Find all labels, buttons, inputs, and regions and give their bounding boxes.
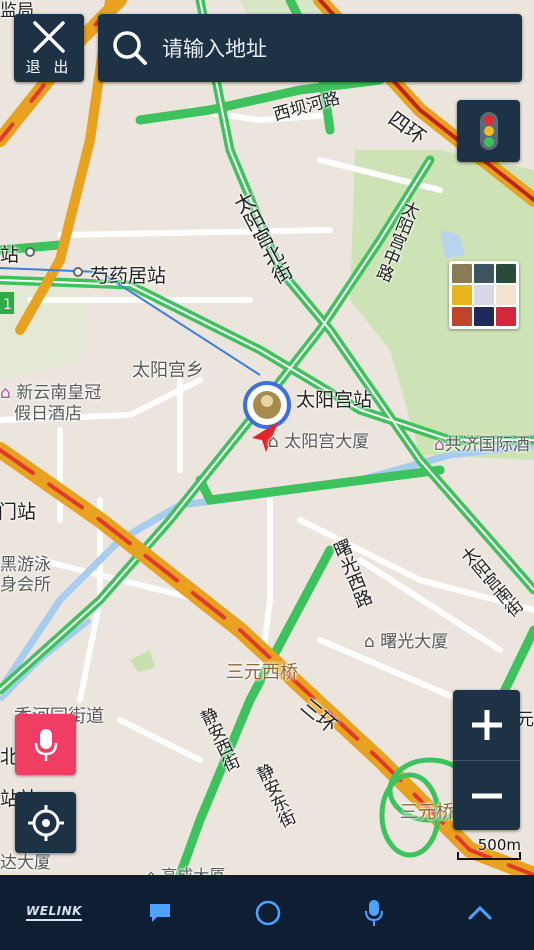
hotel-icon: ⌂ <box>434 435 445 455</box>
map-label-station: 太阳宫站 <box>296 389 373 411</box>
minus-icon <box>471 793 502 799</box>
search-icon <box>113 31 147 65</box>
traffic-light-icon <box>479 112 498 150</box>
thumbnail[interactable] <box>474 285 494 305</box>
home-circle-icon <box>255 900 281 925</box>
zoom-out-button[interactable] <box>453 760 520 831</box>
map-label-bridge: 三元桥 <box>400 802 454 823</box>
traffic-toggle-button[interactable] <box>457 100 520 162</box>
map-label-poi: ⌂ 太阳宫大厦 <box>268 432 370 452</box>
welink-logo[interactable]: WELINK <box>22 875 86 950</box>
microphone-icon <box>365 899 383 926</box>
map-scale: 500m <box>455 836 521 864</box>
map-label-clipped: 站 <box>0 244 20 266</box>
poi-name: 太阳宫大厦 <box>284 432 370 452</box>
thumbnail[interactable] <box>474 264 494 284</box>
plus-icon <box>471 710 502 740</box>
thumbnail[interactable] <box>452 285 472 305</box>
chevron-up-icon <box>468 905 492 919</box>
hotel-name-line2: 假日酒店 <box>14 404 82 424</box>
thumbnail[interactable] <box>496 306 516 326</box>
address-search-bar[interactable]: 请输入地址 <box>98 14 522 82</box>
brand-text: WELINK <box>26 904 82 921</box>
voice-button[interactable] <box>354 875 394 950</box>
map-label-poi: 身会所 <box>0 575 51 595</box>
thumbnail[interactable] <box>496 264 516 284</box>
hotel-name: 共济国际酒 <box>444 435 530 455</box>
map-label-poi: ⌂ 曙光大厦 <box>364 632 449 652</box>
home-button[interactable] <box>246 875 290 950</box>
microphone-icon <box>34 728 57 761</box>
hotel-icon: ⌂ <box>0 383 11 403</box>
close-icon <box>33 20 65 53</box>
chat-button[interactable] <box>140 875 180 950</box>
locate-me-button[interactable] <box>15 792 76 853</box>
expand-button[interactable] <box>460 875 500 950</box>
thumbnail[interactable] <box>474 306 494 326</box>
search-input[interactable]: 请输入地址 <box>162 33 267 63</box>
map-label-station: 门站 <box>0 501 37 523</box>
zoom-in-button[interactable] <box>453 690 520 760</box>
map-label-hotel: ⌂共济国际酒 <box>434 430 530 455</box>
thumbnail[interactable] <box>496 285 516 305</box>
voice-input-button[interactable] <box>15 714 76 775</box>
poi-name: 曙光大厦 <box>380 632 449 652</box>
map-photo-thumbnails[interactable] <box>449 261 519 329</box>
exit-button[interactable]: 退 出 <box>14 14 84 82</box>
exit-label: 退 出 <box>25 57 73 76</box>
map-label-area: 太阳宫乡 <box>132 360 204 381</box>
metro-line-number: 1 <box>3 297 12 313</box>
thumbnail[interactable] <box>452 306 472 326</box>
chat-icon <box>150 903 170 922</box>
scale-bar <box>457 852 521 860</box>
crosshair-icon <box>27 804 64 841</box>
map-label-bridge: 三元西桥 <box>226 662 298 683</box>
thumbnail[interactable] <box>452 264 472 284</box>
map-label-station: 芍药居站 <box>90 265 167 287</box>
bottom-nav-bar: WELINK <box>0 875 534 950</box>
zoom-controls <box>453 690 520 830</box>
